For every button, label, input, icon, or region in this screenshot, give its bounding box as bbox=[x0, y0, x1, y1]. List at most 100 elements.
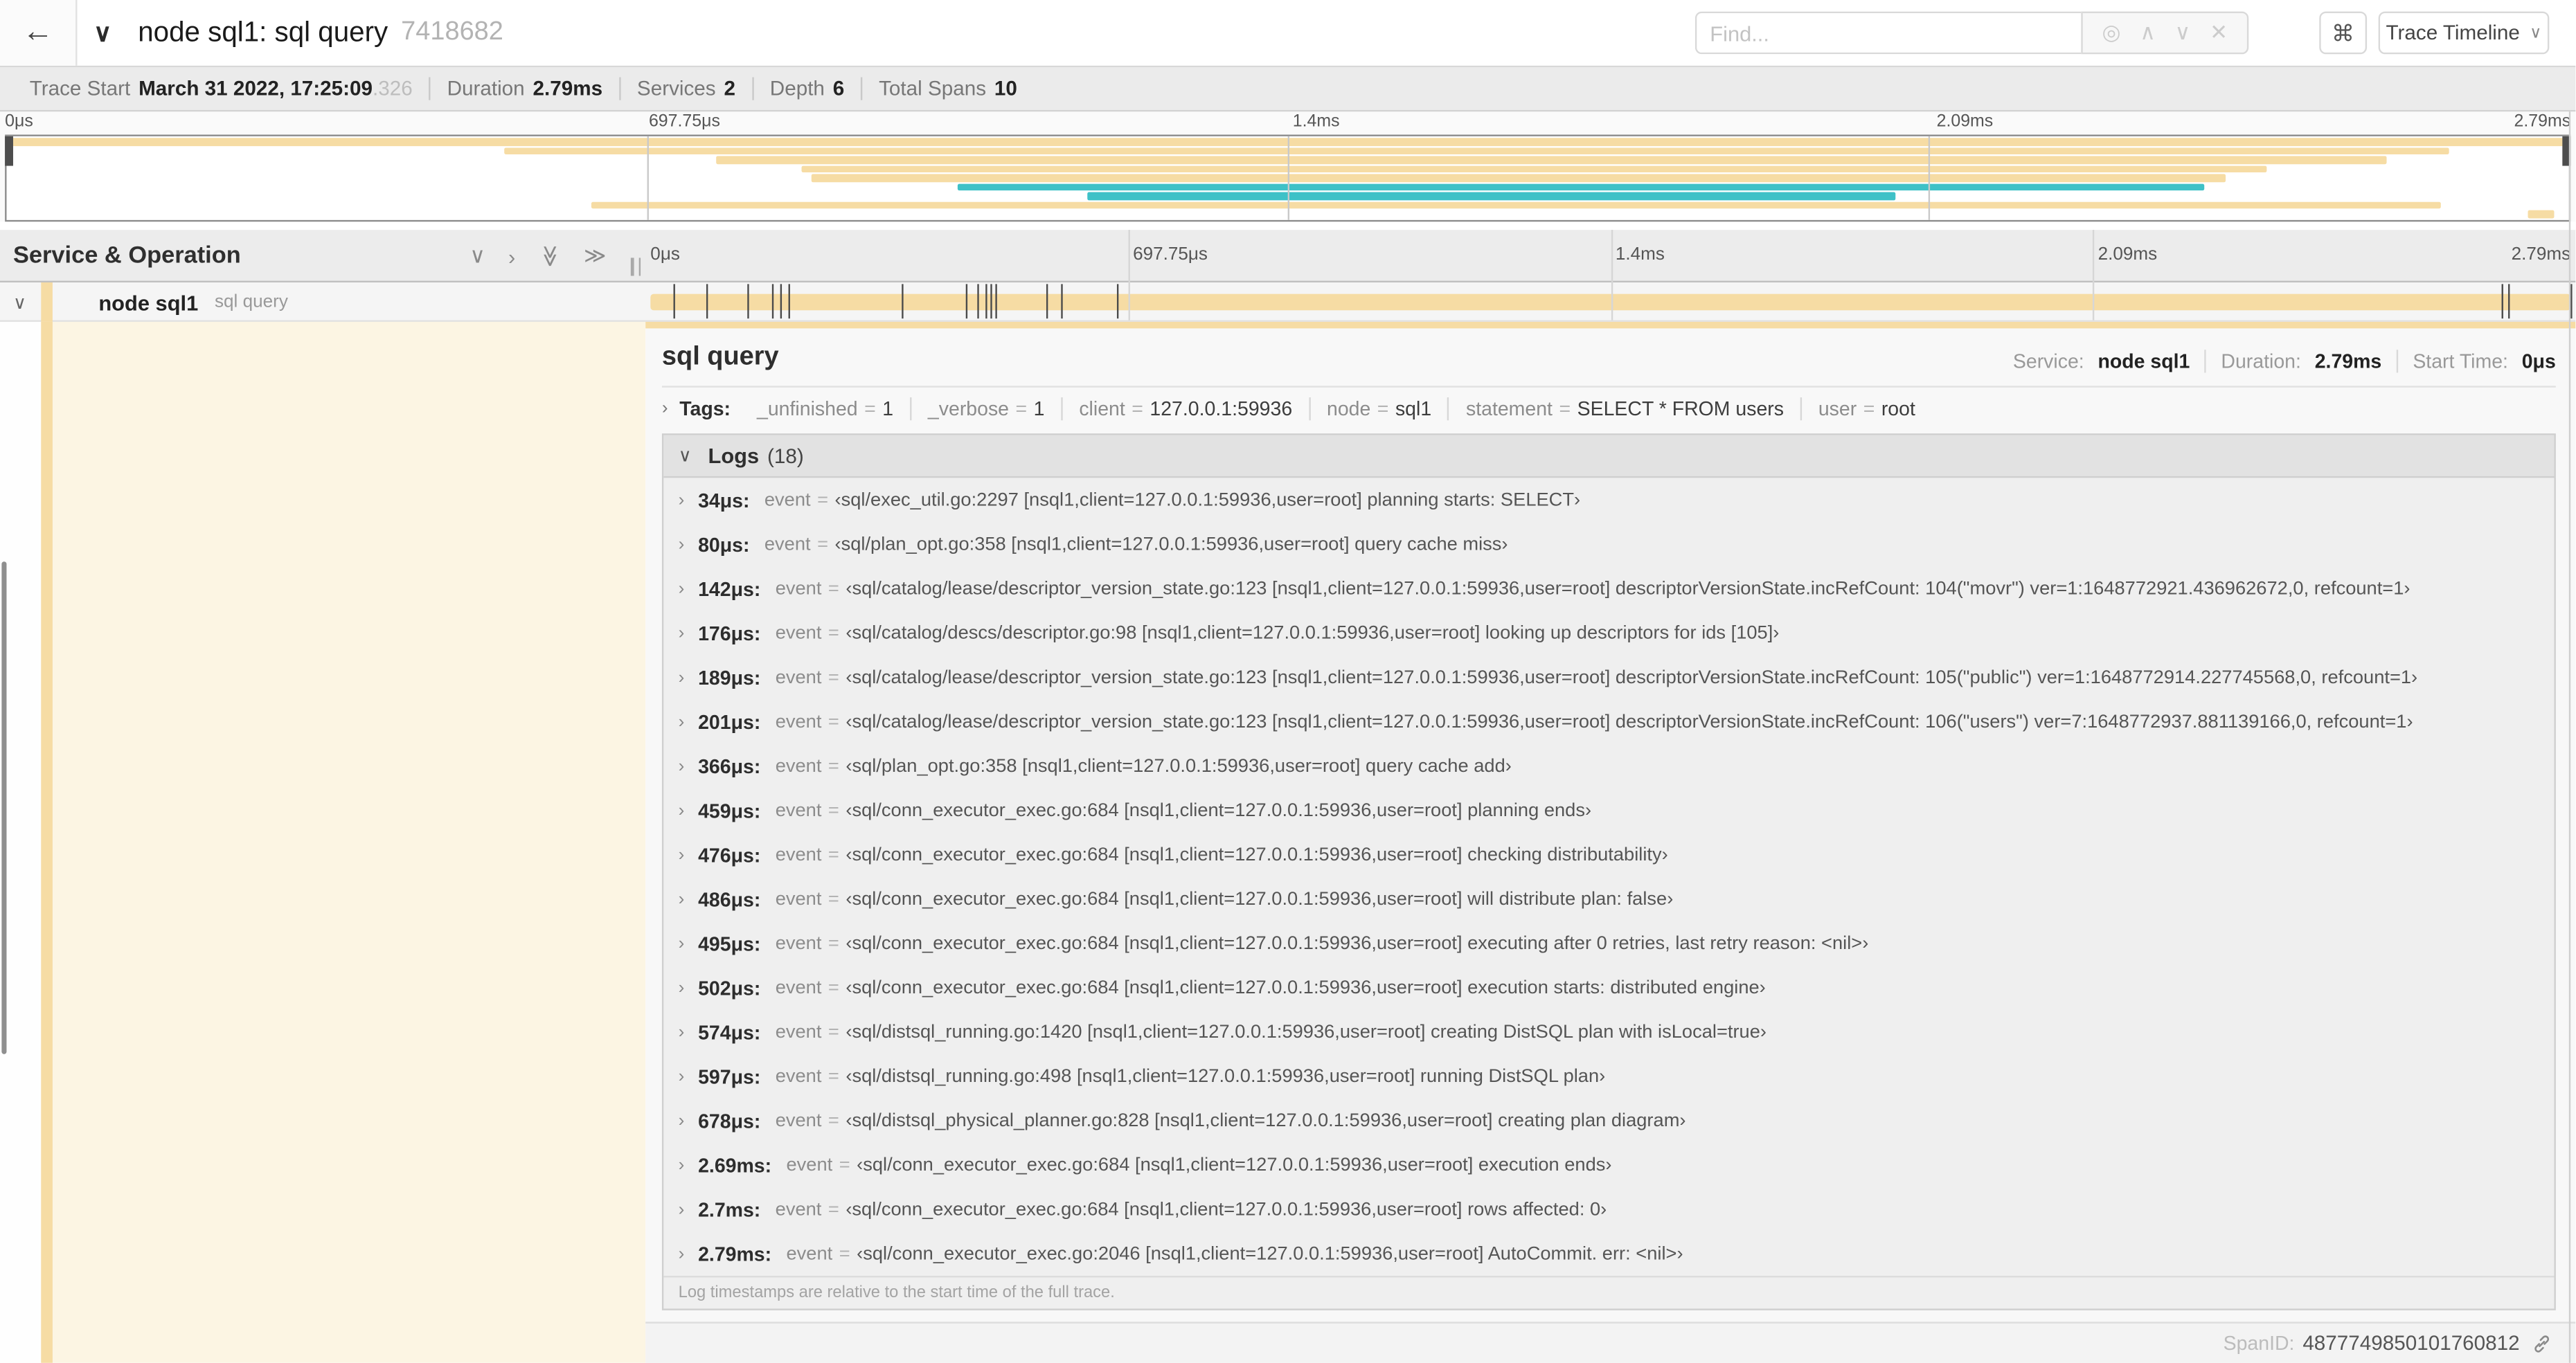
row-gutter bbox=[0, 321, 42, 1363]
log-entry-row[interactable]: › 476μs: event = ‹sql/conn_executor_exec.go:… bbox=[663, 833, 2554, 877]
minimap-left-handle[interactable] bbox=[5, 136, 13, 166]
chevron-right-icon[interactable]: › bbox=[679, 667, 698, 687]
log-entry-row[interactable]: › 2.7ms: event = ‹sql/conn_executor_exec.go:… bbox=[663, 1187, 2554, 1231]
chevron-right-icon[interactable]: › bbox=[679, 800, 698, 820]
prev-result-icon[interactable]: ∧ bbox=[2140, 19, 2156, 46]
trace-summary-value: March 31 2022, 17:25:09 bbox=[138, 77, 373, 100]
chevron-right-icon[interactable]: › bbox=[679, 1155, 698, 1175]
log-entry-row[interactable]: › 34μs: event = ‹sql/exec_util.go:2297 [nsql… bbox=[663, 478, 2554, 522]
view-selector-label: Trace Timeline bbox=[2386, 21, 2520, 45]
chevron-right-icon[interactable]: › bbox=[679, 1067, 698, 1086]
chevron-right-icon[interactable]: › bbox=[679, 1244, 698, 1263]
span-detail-title: sql query bbox=[661, 343, 779, 372]
right-scrollbar-track[interactable] bbox=[2568, 111, 2571, 1363]
locate-icon[interactable]: ◎ bbox=[2102, 19, 2121, 46]
column-resizer[interactable] bbox=[630, 258, 641, 276]
log-equals: = bbox=[817, 490, 829, 510]
tag-key: _unfinished bbox=[757, 397, 858, 421]
tags-label[interactable]: Tags: bbox=[679, 397, 731, 420]
log-entry-row[interactable]: › 201μs: event = ‹sql/catalog/lease/descript… bbox=[663, 699, 2554, 743]
minimap-gridline bbox=[1928, 136, 1931, 220]
chevron-right-icon[interactable]: › bbox=[679, 978, 698, 998]
page-title: node sql1: sql query 7418682 bbox=[138, 0, 503, 66]
trace-summary-label: Depth bbox=[769, 77, 825, 100]
log-entry-row[interactable]: › 2.69ms: event = ‹sql/conn_executor_exec.go… bbox=[663, 1143, 2554, 1187]
chevron-right-icon[interactable]: › bbox=[679, 1200, 698, 1219]
trace-summary-label: Duration bbox=[447, 77, 525, 100]
logs-header[interactable]: ∨ Logs (18) bbox=[663, 435, 2555, 478]
log-entry-row[interactable]: › 80μs: event = ‹sql/plan_opt.go:358 [nsql1,… bbox=[663, 522, 2554, 566]
timeline-header-row: Service & Operation ∨ › ≫ ≫ 0μs 697.75μs 1… bbox=[0, 230, 2576, 282]
minimap-ruler: 0μs 697.75μs 1.4ms 2.09ms 2.79ms bbox=[0, 111, 2575, 134]
log-entry-row[interactable]: › 597μs: event = ‹sql/distsql_running.go:498… bbox=[663, 1054, 2554, 1099]
find-input[interactable] bbox=[1694, 11, 2082, 55]
ruler-tick-label: 1.4ms bbox=[1615, 244, 1665, 264]
deep-link-icon[interactable] bbox=[2531, 1333, 2552, 1354]
log-message: ‹sql/catalog/descs/descriptor.go:98 [nsq… bbox=[846, 623, 1780, 643]
logs-section: ∨ Logs (18) › 34μs: event = ‹sql/exec_util.g… bbox=[661, 433, 2556, 1310]
tag-equals: = bbox=[1559, 397, 1571, 421]
find-bar: ◎ ∧ ∨ ✕ bbox=[1694, 11, 2249, 55]
tag-key: node bbox=[1326, 397, 1371, 421]
chevron-right-icon[interactable]: › bbox=[679, 1111, 698, 1130]
chevron-right-icon[interactable]: › bbox=[662, 399, 668, 418]
tag-key: statement bbox=[1465, 397, 1553, 421]
expand-one-icon[interactable]: › bbox=[508, 244, 515, 269]
tag-key: user bbox=[1818, 397, 1857, 421]
minimap-canvas[interactable] bbox=[5, 134, 2571, 222]
log-entry-row[interactable]: › 366μs: event = ‹sql/plan_opt.go:358 [nsql1… bbox=[663, 744, 2554, 788]
log-timestamp: 486μs: bbox=[698, 887, 761, 911]
chevron-right-icon[interactable]: › bbox=[679, 889, 698, 908]
log-entry-row[interactable]: › 495μs: event = ‹sql/conn_executor_exec.go:… bbox=[663, 921, 2554, 966]
log-message: ‹sql/conn_executor_exec.go:684 [nsql1,cl… bbox=[846, 800, 1592, 820]
tags-row[interactable]: › Tags: _unfinished = 1 _verbose = 1 client = 12… bbox=[645, 388, 2575, 428]
log-field-name: event bbox=[775, 889, 822, 909]
chevron-right-icon[interactable]: › bbox=[679, 623, 698, 642]
span-detail-header: sql query Service: node sql1 Duration: 2.… bbox=[645, 328, 2575, 373]
log-entry-row[interactable]: › 2.79ms: event = ‹sql/conn_executor_exec.go… bbox=[663, 1231, 2554, 1276]
log-entry-row[interactable]: › 502μs: event = ‹sql/conn_executor_exec.go:… bbox=[663, 966, 2554, 1010]
log-equals: = bbox=[839, 1155, 850, 1175]
chevron-right-icon[interactable]: › bbox=[679, 534, 698, 554]
span-row-name-column[interactable]: ∨ node sql1 sql query bbox=[0, 282, 645, 322]
log-entry-row[interactable]: › 189μs: event = ‹sql/catalog/lease/descript… bbox=[663, 655, 2554, 699]
log-entry-row[interactable]: › 486μs: event = ‹sql/conn_executor_exec.go:… bbox=[663, 877, 2554, 921]
clear-search-icon[interactable]: ✕ bbox=[2210, 19, 2228, 46]
tag-value: 1 bbox=[882, 397, 894, 421]
chevron-right-icon[interactable]: › bbox=[679, 490, 698, 509]
log-entry-row[interactable]: › 142μs: event = ‹sql/catalog/lease/descript… bbox=[663, 566, 2554, 611]
trace-summary-value: 10 bbox=[994, 77, 1017, 100]
span-collapse-icon[interactable]: ∨ bbox=[13, 291, 36, 312]
log-entry-row[interactable]: › 176μs: event = ‹sql/catalog/descs/descript… bbox=[663, 611, 2554, 655]
view-selector-button[interactable]: Trace Timeline ∨ bbox=[2378, 11, 2550, 55]
chevron-right-icon[interactable]: › bbox=[679, 579, 698, 598]
chevron-right-icon[interactable]: › bbox=[679, 1022, 698, 1042]
expand-all-icon[interactable]: ≫ bbox=[584, 243, 606, 269]
log-timestamp: 574μs: bbox=[698, 1020, 761, 1044]
log-entry-row[interactable]: › 459μs: event = ‹sql/conn_executor_exec.go:… bbox=[663, 788, 2554, 833]
trace-collapse-toggle[interactable]: ∨ bbox=[93, 0, 111, 66]
collapse-one-icon[interactable]: ∨ bbox=[469, 243, 485, 269]
log-message: ‹sql/catalog/lease/descriptor_version_st… bbox=[846, 712, 2413, 732]
chevron-right-icon[interactable]: › bbox=[679, 712, 698, 731]
chevron-right-icon[interactable]: › bbox=[679, 756, 698, 775]
next-result-icon[interactable]: ∨ bbox=[2175, 19, 2191, 46]
tag-item: _unfinished = 1 bbox=[740, 397, 910, 420]
trace-timeline-page: ← ∨ node sql1: sql query 7418682 ◎ ∧ ∨ ✕… bbox=[0, 0, 2576, 1363]
tag-equals: = bbox=[1863, 397, 1875, 421]
log-entry-row[interactable]: › 678μs: event = ‹sql/distsql_physical_plann… bbox=[663, 1099, 2554, 1143]
trace-summary-value: 2.79ms bbox=[533, 77, 603, 100]
trace-summary-item: Services 2 bbox=[618, 77, 752, 100]
collapse-all-icon[interactable]: ≫ bbox=[537, 245, 563, 267]
log-entry-row[interactable]: › 574μs: event = ‹sql/distsql_running.go:142… bbox=[663, 1010, 2554, 1054]
log-message: ‹sql/conn_executor_exec.go:684 [nsql1,cl… bbox=[846, 1199, 1607, 1220]
left-scrollbar-thumb[interactable] bbox=[1, 561, 6, 1054]
chevron-right-icon[interactable]: › bbox=[679, 933, 698, 953]
chevron-right-icon[interactable]: › bbox=[679, 845, 698, 864]
keyboard-shortcuts-button[interactable]: ⌘ bbox=[2319, 11, 2368, 55]
minimap-span-bar bbox=[800, 165, 2267, 173]
trace-summary-item: Depth 6 bbox=[751, 77, 861, 100]
tag-equals: = bbox=[1132, 397, 1143, 421]
log-timestamp: 476μs: bbox=[698, 843, 761, 867]
back-button[interactable]: ← bbox=[0, 0, 78, 66]
